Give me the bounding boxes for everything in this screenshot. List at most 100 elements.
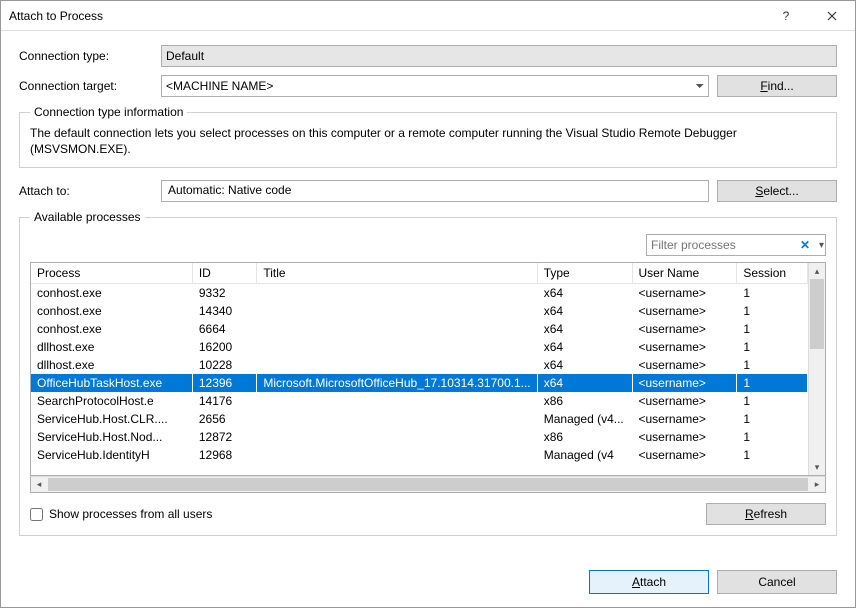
- cell-title: [257, 410, 537, 428]
- cell-session: 1: [737, 374, 808, 392]
- cell-user: <username>: [632, 374, 737, 392]
- attach-to-label: Attach to:: [19, 184, 161, 198]
- table-row[interactable]: ServiceHub.Host.CLR....2656Managed (v4..…: [31, 410, 808, 428]
- table-row[interactable]: ServiceHub.IdentityH12968 Managed (v4<use…: [31, 446, 808, 464]
- find-button[interactable]: Find...: [717, 75, 837, 97]
- cell-user: <username>: [632, 446, 737, 464]
- cell-process: conhost.exe: [31, 284, 192, 303]
- cell-process: ServiceHub.IdentityH: [31, 446, 192, 464]
- cell-process: dllhost.exe: [31, 338, 192, 356]
- cell-session: 1: [737, 356, 808, 374]
- cell-type: x64: [537, 302, 632, 320]
- cell-id: 16200: [192, 338, 257, 356]
- col-id[interactable]: ID: [192, 263, 257, 284]
- cell-title: [257, 302, 537, 320]
- cell-user: <username>: [632, 284, 737, 303]
- cell-id: 10228: [192, 356, 257, 374]
- cell-session: 1: [737, 410, 808, 428]
- cell-session: 1: [737, 392, 808, 410]
- scroll-up-icon[interactable]: ▴: [809, 263, 825, 279]
- cell-type: Managed (v4...: [537, 410, 632, 428]
- connection-info-legend: Connection type information: [30, 105, 187, 119]
- title-bar: Attach to Process ?: [1, 1, 855, 31]
- cell-type: x64: [537, 338, 632, 356]
- cell-title: [257, 284, 537, 303]
- cell-id: 14176: [192, 392, 257, 410]
- connection-info-group: Connection type information The default …: [19, 105, 837, 168]
- connection-type-select[interactable]: Default: [161, 45, 837, 67]
- cell-title: [257, 446, 537, 464]
- cell-process: ServiceHub.Host.CLR....: [31, 410, 192, 428]
- cell-title: [257, 338, 537, 356]
- close-icon: [827, 11, 837, 21]
- cell-id: 12968: [192, 446, 257, 464]
- cell-title: Microsoft.MicrosoftOfficeHub_17.10314.31…: [257, 374, 537, 392]
- connection-info-text: The default connection lets you select p…: [30, 125, 826, 157]
- show-all-users-label: Show processes from all users: [49, 507, 212, 521]
- show-all-users-input[interactable]: [30, 508, 43, 521]
- cell-type: x64: [537, 320, 632, 338]
- available-processes-group: Available processes ✕ ▾ Process ID: [19, 210, 837, 536]
- cell-type: x64: [537, 356, 632, 374]
- col-process[interactable]: Process: [31, 263, 192, 284]
- scroll-thumb[interactable]: [810, 279, 824, 349]
- table-row[interactable]: OfficeHubTaskHost.exe12396Microsoft.Micr…: [31, 374, 808, 392]
- cell-user: <username>: [632, 428, 737, 446]
- window-title: Attach to Process: [1, 9, 763, 23]
- select-button[interactable]: Select...: [717, 180, 837, 202]
- cell-session: 1: [737, 302, 808, 320]
- table-row[interactable]: dllhost.exe10228 x64<username>1: [31, 356, 808, 374]
- refresh-button[interactable]: Refresh: [706, 503, 826, 525]
- table-row[interactable]: ServiceHub.Host.Nod...12872x86<username>…: [31, 428, 808, 446]
- table-row[interactable]: conhost.exe9332x64<username>1: [31, 284, 808, 303]
- attach-button[interactable]: Attach: [589, 570, 709, 594]
- filter-dropdown-icon[interactable]: ▾: [819, 240, 824, 251]
- cell-title: [257, 320, 537, 338]
- col-user[interactable]: User Name: [632, 263, 737, 284]
- show-all-users-checkbox[interactable]: Show processes from all users: [30, 507, 212, 521]
- table-row[interactable]: conhost.exe6664 x64<username>1: [31, 320, 808, 338]
- vertical-scrollbar[interactable]: ▴ ▾: [808, 263, 825, 475]
- cell-session: 1: [737, 446, 808, 464]
- col-title[interactable]: Title: [257, 263, 537, 284]
- cell-process: OfficeHubTaskHost.exe: [31, 374, 192, 392]
- cell-type: x86: [537, 428, 632, 446]
- table-row[interactable]: dllhost.exe16200x64<username>1: [31, 338, 808, 356]
- cell-user: <username>: [632, 302, 737, 320]
- horizontal-scrollbar[interactable]: ◂ ▸: [30, 476, 826, 493]
- clear-filter-icon[interactable]: ✕: [800, 238, 810, 252]
- cell-user: <username>: [632, 410, 737, 428]
- col-session[interactable]: Session: [737, 263, 808, 284]
- cancel-button[interactable]: Cancel: [717, 570, 837, 594]
- scroll-right-icon[interactable]: ▸: [809, 479, 825, 490]
- cell-process: dllhost.exe: [31, 356, 192, 374]
- table-row[interactable]: SearchProtocolHost.e14176x86<username>1: [31, 392, 808, 410]
- cell-session: 1: [737, 320, 808, 338]
- connection-type-label: Connection type:: [19, 49, 161, 63]
- close-button[interactable]: [809, 1, 855, 31]
- cell-title: [257, 428, 537, 446]
- cell-process: SearchProtocolHost.e: [31, 392, 192, 410]
- cell-process: conhost.exe: [31, 320, 192, 338]
- cell-user: <username>: [632, 356, 737, 374]
- cell-type: x86: [537, 392, 632, 410]
- process-table[interactable]: Process ID Title Type User Name Session …: [30, 262, 826, 476]
- table-header-row[interactable]: Process ID Title Type User Name Session: [31, 263, 808, 284]
- cell-title: [257, 356, 537, 374]
- scroll-left-icon[interactable]: ◂: [31, 479, 47, 490]
- cell-type: Managed (v4: [537, 446, 632, 464]
- cell-type: x64: [537, 374, 632, 392]
- cell-session: 1: [737, 284, 808, 303]
- connection-target-select[interactable]: <MACHINE NAME>: [161, 75, 709, 97]
- scroll-down-icon[interactable]: ▾: [809, 459, 825, 475]
- cell-process: ServiceHub.Host.Nod...: [31, 428, 192, 446]
- col-type[interactable]: Type: [537, 263, 632, 284]
- help-button[interactable]: ?: [763, 1, 809, 31]
- cell-id: 6664: [192, 320, 257, 338]
- hscroll-thumb[interactable]: [48, 478, 808, 491]
- attach-to-value: Automatic: Native code: [161, 180, 709, 202]
- cell-process: conhost.exe: [31, 302, 192, 320]
- cell-user: <username>: [632, 320, 737, 338]
- table-row[interactable]: conhost.exe14340x64<username>1: [31, 302, 808, 320]
- cell-session: 1: [737, 338, 808, 356]
